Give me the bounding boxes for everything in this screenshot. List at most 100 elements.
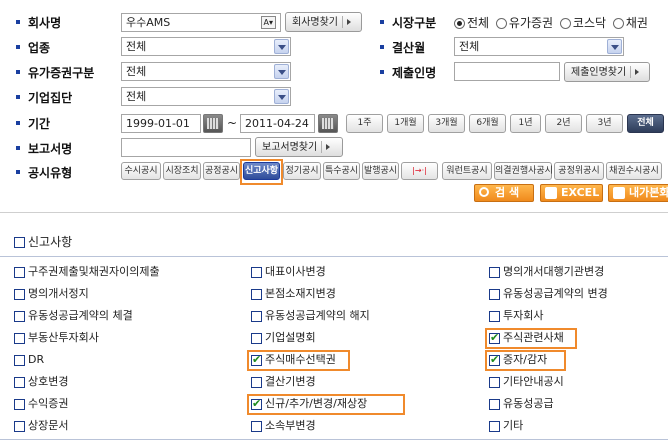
disclosure-button-bond[interactable]: 채권수시공시 (606, 162, 662, 180)
checkbox-icon[interactable] (14, 237, 25, 248)
corp-group-select[interactable]: 전체 (121, 87, 291, 106)
autocomplete-badge[interactable]: A▾ (260, 16, 276, 29)
notify-item[interactable]: 기타 (489, 419, 523, 435)
disclosure-button-periodic[interactable]: 정기공시 (283, 162, 321, 180)
disclosure-button-fair[interactable]: 공정공시 (203, 162, 240, 180)
notify-item-label: 유동성공급계약의 체결 (28, 309, 133, 322)
market-radio-bond[interactable]: 채권 (612, 16, 648, 30)
disclosure-button-voting[interactable]: 의결권행사공시 (494, 162, 553, 180)
disclosure-button-warrant[interactable]: 워런트공시 (442, 162, 492, 180)
submitter-input[interactable] (454, 62, 560, 81)
company-search-button[interactable]: 회사명찾기 (285, 12, 362, 32)
notify-item[interactable]: 상호변경 (14, 375, 68, 391)
disclosure-button-occasional[interactable]: 수시공시 (121, 162, 161, 180)
notify-item[interactable]: 유동성공급 (489, 397, 554, 413)
market-radio-kosdaq[interactable]: 코스닥 (559, 16, 606, 30)
notify-item[interactable]: DR (14, 353, 44, 369)
calendar-icon[interactable] (203, 114, 223, 133)
notify-item[interactable]: 유동성공급계약의 변경 (489, 287, 608, 303)
disclosure-button-etc[interactable]: |→·| (401, 162, 438, 180)
notify-item[interactable]: 수익증권 (14, 397, 68, 413)
checkbox-icon[interactable] (14, 288, 25, 300)
notify-item-label: 부동산투자회사 (28, 331, 99, 344)
notify-item[interactable]: 투자회사 (489, 309, 543, 325)
notify-item-label: 기업설명회 (265, 331, 316, 344)
notify-item[interactable]: 명의개서대행기관변경 (489, 265, 604, 281)
highlight-frame (240, 159, 283, 185)
notify-item-label: 구주권제출및채권자이의제출 (28, 265, 160, 278)
period-button-1m[interactable]: 1개월 (387, 114, 424, 133)
notify-item[interactable]: 결산기변경 (251, 375, 316, 391)
checkbox-icon[interactable] (14, 376, 25, 388)
report-search-button[interactable]: 보고서명찾기 (255, 137, 343, 157)
notify-item[interactable]: 대표이사변경 (251, 265, 326, 281)
checkbox-icon[interactable] (14, 310, 25, 322)
search-button[interactable]: 검 색 (474, 184, 534, 202)
notify-item-label: 유동성공급계약의 변경 (503, 287, 608, 300)
company-input[interactable]: 우수AMS A▾ (121, 13, 281, 32)
period-button-2y[interactable]: 2년 (545, 114, 582, 133)
period-button-1y[interactable]: 1년 (510, 114, 541, 133)
checkbox-icon[interactable] (489, 266, 500, 278)
market-radio-group: 전체 유가증권 코스닥 채권 (454, 14, 648, 31)
chevron-down-icon (274, 64, 289, 79)
market-radio-all[interactable]: 전체 (454, 16, 489, 30)
notify-item[interactable]: 부동산투자회사 (14, 331, 99, 347)
checkbox-icon[interactable] (489, 420, 500, 432)
fiscal-label: 결산월 (380, 39, 425, 56)
notify-item[interactable]: 구주권제출및채권자이의제출 (14, 265, 160, 281)
notify-item[interactable]: 본점소재지변경 (251, 287, 336, 303)
market-label: 시장구분 (380, 14, 436, 31)
highlight-frame (247, 394, 405, 415)
notify-item[interactable]: 기타안내공시 (489, 375, 564, 391)
checkbox-icon[interactable] (251, 310, 262, 322)
notify-item[interactable]: 명의개서정지 (14, 287, 89, 303)
checkbox-icon[interactable] (251, 332, 262, 344)
notify-item[interactable]: 유동성공급계약의 해지 (251, 309, 370, 325)
checkbox-icon[interactable] (489, 376, 500, 388)
checkbox-icon[interactable] (489, 288, 500, 300)
notify-item[interactable]: 기업설명회 (251, 331, 316, 347)
notify-item[interactable]: 소속부변경 (251, 419, 316, 435)
my-disclosure-button[interactable]: 내가본화 (608, 184, 668, 202)
period-button-6m[interactable]: 6개월 (469, 114, 506, 133)
fiscal-select[interactable]: 전체 (454, 37, 624, 56)
date-from-input[interactable]: 1999-01-01 (121, 114, 201, 133)
checkbox-icon[interactable] (251, 266, 262, 278)
date-to-input[interactable]: 2011-04-24 (240, 114, 315, 133)
checkbox-icon[interactable] (489, 310, 500, 322)
calendar-icon[interactable] (318, 114, 338, 133)
checkbox-icon[interactable] (251, 420, 262, 432)
checkbox-icon[interactable] (489, 398, 500, 410)
security-type-select[interactable]: 전체 (121, 62, 291, 81)
notify-item-label: 소속부변경 (265, 419, 316, 432)
checkbox-icon[interactable] (251, 376, 262, 388)
checkbox-icon[interactable] (14, 266, 25, 278)
period-button-3m[interactable]: 3개월 (428, 114, 465, 133)
period-button-3y[interactable]: 3년 (586, 114, 623, 133)
notify-header[interactable]: 신고사항 (14, 233, 72, 250)
submitter-search-button[interactable]: 제출인명찾기 (564, 62, 650, 82)
checkbox-icon[interactable] (14, 420, 25, 432)
report-input[interactable] (121, 138, 251, 157)
disclosure-button-special[interactable]: 특수공시 (323, 162, 360, 180)
industry-select[interactable]: 전체 (121, 37, 291, 56)
checkbox-icon[interactable] (14, 332, 25, 344)
notify-item[interactable]: 유동성공급계약의 체결 (14, 309, 133, 325)
period-button-all[interactable]: 전체 (627, 114, 664, 133)
checkbox-icon[interactable] (14, 398, 25, 410)
checkbox-icon[interactable] (14, 354, 25, 366)
disclosure-button-issuance[interactable]: 발행공시 (362, 162, 399, 180)
disclosure-button-market-action[interactable]: 시장조치 (163, 162, 201, 180)
notify-item-label: 대표이사변경 (265, 265, 326, 278)
market-radio-kospi[interactable]: 유가증권 (495, 16, 553, 30)
industry-label: 업종 (16, 39, 50, 56)
disclosure-button-ftc[interactable]: 공정위공시 (554, 162, 604, 180)
excel-button[interactable]: EXCEL (540, 184, 603, 202)
notify-item-label: DR (28, 353, 45, 366)
notify-item[interactable]: 상장문서 (14, 419, 68, 435)
notify-item-label: 유동성공급 (503, 397, 554, 410)
notify-item-label: 수익증권 (28, 397, 69, 410)
checkbox-icon[interactable] (251, 288, 262, 300)
period-button-1w[interactable]: 1주 (346, 114, 383, 133)
